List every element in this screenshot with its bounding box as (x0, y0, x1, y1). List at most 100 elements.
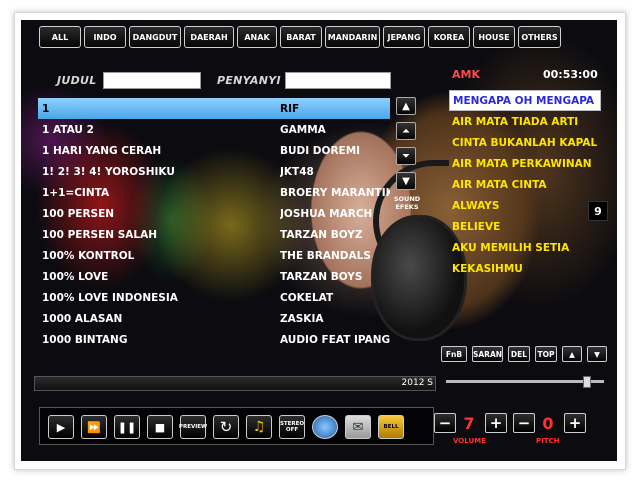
karaoke-app: ALL INDO DANGDUT DAERAH ANAK BARAT MANDA… (21, 20, 617, 461)
song-row[interactable]: 100 PERSEN SALAH TARZAN BOYZ (38, 224, 390, 245)
song-row[interactable]: 100% KONTROL THE BRANDALS (38, 245, 390, 266)
queue-item[interactable]: AIR MATA PERKAWINAN (449, 153, 601, 174)
song-row[interactable]: 1 HARI YANG CERAH BUDI DOREMI (38, 140, 390, 161)
singer-search-input[interactable] (285, 72, 391, 89)
song-title: 1000 ALASAN (42, 312, 123, 325)
top-button[interactable]: TOP (535, 346, 557, 362)
queue-down-button[interactable]: ▼ (587, 346, 607, 362)
song-row[interactable]: 1+1=CINTA BROERY MARANTIKA (38, 182, 390, 203)
category-all[interactable]: ALL (39, 26, 81, 48)
queue-item[interactable]: BELIEVE (449, 216, 601, 237)
category-korea[interactable]: KOREA (428, 26, 470, 48)
globe-button[interactable] (312, 415, 338, 439)
song-title: 1 ATAU 2 (42, 123, 94, 136)
now-playing-text: 2012 S (401, 378, 433, 388)
category-anak[interactable]: ANAK (237, 26, 277, 48)
pause-button[interactable]: ❚❚ (114, 415, 140, 439)
category-house[interactable]: HOUSE (473, 26, 515, 48)
song-title: 1! 2! 3! 4! YOROSHIKU (42, 165, 175, 178)
song-row[interactable]: 1 ATAU 2 GAMMA (38, 119, 390, 140)
song-list: 1 RIF 1 ATAU 2 GAMMA 1 HARI YANG CERAH BUDI… (38, 98, 390, 350)
song-artist: AUDIO FEAT IPANG (280, 333, 390, 346)
category-mandarin[interactable]: MANDARIN (325, 26, 380, 48)
song-row[interactable]: 100 PERSEN JOSHUA MARCH (38, 203, 390, 224)
song-title: 1 (42, 102, 50, 115)
song-artist: COKELAT (280, 291, 334, 304)
song-artist: GAMMA (280, 123, 326, 136)
queue-up-button[interactable]: ▲ (562, 346, 582, 362)
queue-time: 00:53:00 (543, 68, 598, 81)
slider-knob[interactable] (583, 376, 591, 388)
mail-button[interactable]: ✉ (345, 415, 371, 439)
song-title: 100% KONTROL (42, 249, 135, 262)
category-indo[interactable]: INDO (84, 26, 126, 48)
position-slider[interactable] (446, 376, 604, 388)
pitch-label: PITCH (536, 437, 560, 445)
song-title: 100 PERSEN SALAH (42, 228, 157, 241)
queue-item[interactable]: AKU MEMILIH SETIA (449, 237, 601, 258)
preview-label: PREVIEW (178, 424, 208, 430)
song-title: 100 PERSEN (42, 207, 115, 220)
song-title: 1+1=CINTA (42, 186, 110, 199)
sound-effects-button[interactable]: SOUND EFEKS (393, 195, 421, 211)
volume-value: 7 (463, 413, 475, 433)
volume-up-button[interactable]: + (485, 413, 507, 433)
page-up-button[interactable]: ⏶ (396, 122, 416, 140)
now-playing-bar: 2012 S (34, 376, 436, 391)
song-artist: ZASKIA (280, 312, 324, 325)
scroll-up-button[interactable]: ▲ (396, 97, 416, 115)
music-button[interactable]: ♫ (246, 415, 272, 439)
song-row[interactable]: 1000 BINTANG AUDIO FEAT IPANG (38, 329, 390, 350)
volume-label: VOLUME (453, 437, 486, 445)
fnb-button[interactable]: FnB (441, 346, 467, 362)
pitch-down-button[interactable]: − (513, 413, 535, 433)
queue-item[interactable]: CINTA BUKANLAH KAPAL (449, 132, 601, 153)
scroll-down-button[interactable]: ▼ (396, 172, 416, 190)
repeat-button[interactable]: ↻ (213, 415, 239, 439)
category-barat[interactable]: BARAT (280, 26, 322, 48)
play-button[interactable]: ▶ (48, 415, 74, 439)
queue-item[interactable]: KEKASIHMU (449, 258, 601, 279)
song-title: 100% LOVE (42, 270, 109, 283)
stereo-label: STEREO OFF (279, 421, 305, 433)
category-dangdut[interactable]: DANGDUT (129, 26, 181, 48)
song-row[interactable]: 1! 2! 3! 4! YOROSHIKU JKT48 (38, 161, 390, 182)
stop-button[interactable]: ■ (147, 415, 173, 439)
page-down-button[interactable]: ⏷ (396, 147, 416, 165)
bell-label: BELL (383, 424, 399, 430)
song-row[interactable]: 100% LOVE INDONESIA COKELAT (38, 287, 390, 308)
stereo-button[interactable]: STEREO OFF (279, 415, 305, 439)
title-search-input[interactable] (103, 72, 201, 89)
category-others[interactable]: OTHERS (518, 26, 561, 48)
category-jepang[interactable]: JEPANG (383, 26, 425, 48)
song-artist: JKT48 (280, 165, 314, 178)
volume-down-button[interactable]: − (434, 413, 456, 433)
pitch-up-button[interactable]: + (564, 413, 586, 433)
song-row[interactable]: 100% LOVE TARZAN BOYS (38, 266, 390, 287)
delete-button[interactable]: DEL (508, 346, 530, 362)
preview-button[interactable]: PREVIEW (178, 415, 208, 439)
queue-list: MENGAPA OH MENGAPA AIR MATA TIADA ARTI C… (449, 90, 601, 279)
song-artist: TARZAN BOYZ (280, 228, 363, 241)
song-artist: THE BRANDALS (280, 249, 371, 262)
bell-button[interactable]: BELL (378, 415, 404, 439)
song-row[interactable]: 1 RIF (38, 98, 390, 119)
song-artist: JOSHUA MARCH (280, 207, 373, 220)
song-title: 1000 BINTANG (42, 333, 128, 346)
singer-search-label: PENYANYI (217, 74, 281, 87)
song-title: 100% LOVE INDONESIA (42, 291, 178, 304)
queue-count: 9 (588, 201, 608, 221)
fast-forward-button[interactable]: ⏩ (81, 415, 107, 439)
song-artist: BUDI DOREMI (280, 144, 361, 157)
song-artist: TARZAN BOYS (280, 270, 363, 283)
queue-item[interactable]: ALWAYS (449, 195, 601, 216)
queue-header: AMK (452, 68, 480, 81)
queue-item[interactable]: AIR MATA TIADA ARTI (449, 111, 601, 132)
song-row[interactable]: 1000 ALASAN ZASKIA (38, 308, 390, 329)
category-bar: ALL INDO DANGDUT DAERAH ANAK BARAT MANDA… (39, 26, 561, 48)
category-daerah[interactable]: DAERAH (184, 26, 234, 48)
queue-item[interactable]: AIR MATA CINTA (449, 174, 601, 195)
queue-item[interactable]: MENGAPA OH MENGAPA (449, 90, 601, 111)
saran-button[interactable]: SARAN (472, 346, 503, 362)
pitch-value: 0 (542, 413, 554, 433)
